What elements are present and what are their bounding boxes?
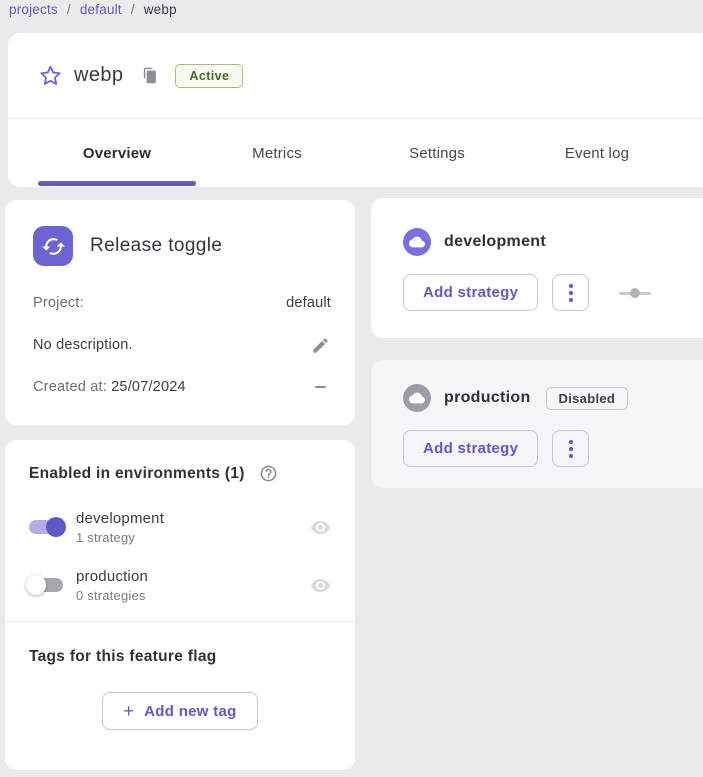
- environment-panels-column: development Add strategy production Disa…: [371, 198, 703, 488]
- environment-name: development: [76, 510, 164, 527]
- disabled-badge: Disabled: [546, 387, 629, 410]
- flag-type-title: Release toggle: [90, 235, 222, 257]
- visibility-button[interactable]: [309, 516, 331, 538]
- status-badge: Active: [175, 64, 243, 88]
- description-row: No description.: [33, 334, 331, 356]
- environment-panel-name: development: [444, 233, 546, 251]
- environment-toggle-row-development: development 1 strategy: [29, 505, 331, 549]
- breadcrumb: projects / default / webp: [9, 2, 177, 17]
- created-at-row: Created at: 25/07/2024: [33, 376, 331, 398]
- environment-panel-header: production Disabled: [403, 384, 703, 412]
- created-at-value: 25/07/2024: [111, 379, 186, 395]
- project-row: Project: default: [33, 292, 331, 314]
- kebab-dots-icon: [569, 284, 573, 288]
- environment-panel-actions: Add strategy: [403, 274, 703, 311]
- development-toggle[interactable]: [29, 520, 63, 534]
- favorite-button[interactable]: [38, 64, 62, 88]
- breadcrumb-projects-link[interactable]: projects: [9, 2, 58, 17]
- pencil-icon: [311, 336, 330, 355]
- add-strategy-button[interactable]: Add strategy: [403, 430, 538, 467]
- environments-card-header: Enabled in environments (1): [29, 464, 331, 483]
- add-new-tag-label: Add new tag: [144, 703, 236, 720]
- flag-type-header: Release toggle: [33, 226, 331, 266]
- page-title: webp: [74, 64, 123, 87]
- release-toggle-icon: [33, 226, 73, 266]
- cloud-icon: [403, 228, 431, 256]
- breadcrumb-separator: /: [67, 2, 71, 17]
- add-strategy-button[interactable]: Add strategy: [403, 274, 538, 311]
- breadcrumb-separator: /: [131, 2, 135, 17]
- cloud-icon: [403, 384, 431, 412]
- environment-strategy-count: 1 strategy: [76, 530, 164, 545]
- breadcrumb-current: webp: [144, 2, 177, 17]
- environment-panel-development: development Add strategy: [371, 198, 703, 338]
- eye-icon: [310, 517, 331, 538]
- tags-section-title: Tags for this feature flag: [29, 648, 331, 666]
- environment-toggle-row-production: production 0 strategies: [29, 563, 331, 607]
- more-actions-button[interactable]: [552, 274, 589, 311]
- feature-header-card: webp Active Overview Metrics Settings Ev…: [8, 33, 703, 187]
- environment-panel-name: production: [444, 389, 531, 407]
- description-text: No description.: [33, 337, 133, 353]
- breadcrumb-project-link[interactable]: default: [80, 2, 122, 17]
- environments-card-title: Enabled in environments (1): [29, 465, 245, 483]
- help-button[interactable]: [259, 464, 278, 483]
- tab-bar: Overview Metrics Settings Event log: [8, 119, 703, 187]
- dash-icon: [315, 386, 326, 388]
- kebab-dots-icon: [569, 440, 573, 444]
- environment-panel-actions: Add strategy: [403, 430, 703, 467]
- tab-metrics[interactable]: Metrics: [197, 145, 357, 162]
- environment-strategy-count: 0 strategies: [76, 588, 148, 603]
- project-label: Project:: [33, 295, 84, 311]
- edit-description-button[interactable]: [309, 334, 331, 356]
- environment-panel-header: development: [403, 228, 703, 256]
- copy-name-button[interactable]: [139, 66, 159, 86]
- plus-icon: +: [123, 702, 134, 720]
- feature-flag-page: projects / default / webp webp Active Ov…: [0, 0, 703, 777]
- environment-name: production: [76, 568, 148, 585]
- project-value: default: [286, 295, 331, 311]
- environment-panel-production: production Disabled Add strategy: [371, 360, 703, 488]
- tab-overview[interactable]: Overview: [37, 145, 197, 162]
- overview-left-column: Release toggle Project: default No descr…: [5, 200, 355, 770]
- feature-title-row: webp Active: [8, 33, 703, 118]
- tab-settings[interactable]: Settings: [357, 145, 517, 162]
- flat-sparkline-icon: [619, 288, 651, 298]
- flag-type-card: Release toggle Project: default No descr…: [5, 200, 355, 425]
- copy-icon: [141, 67, 158, 84]
- production-toggle[interactable]: [29, 578, 63, 592]
- add-new-tag-button[interactable]: + Add new tag: [102, 692, 258, 730]
- more-actions-button[interactable]: [552, 430, 589, 467]
- tags-section: Tags for this feature flag + Add new tag: [29, 622, 331, 730]
- visibility-button[interactable]: [309, 574, 331, 596]
- tab-event-log[interactable]: Event log: [517, 145, 677, 162]
- eye-icon: [310, 575, 331, 596]
- question-circle-icon: [259, 464, 278, 483]
- created-at-label: Created at:: [33, 379, 107, 395]
- star-icon: [39, 64, 62, 87]
- environments-card: Enabled in environments (1) development …: [5, 440, 355, 770]
- active-tab-indicator: [38, 181, 196, 186]
